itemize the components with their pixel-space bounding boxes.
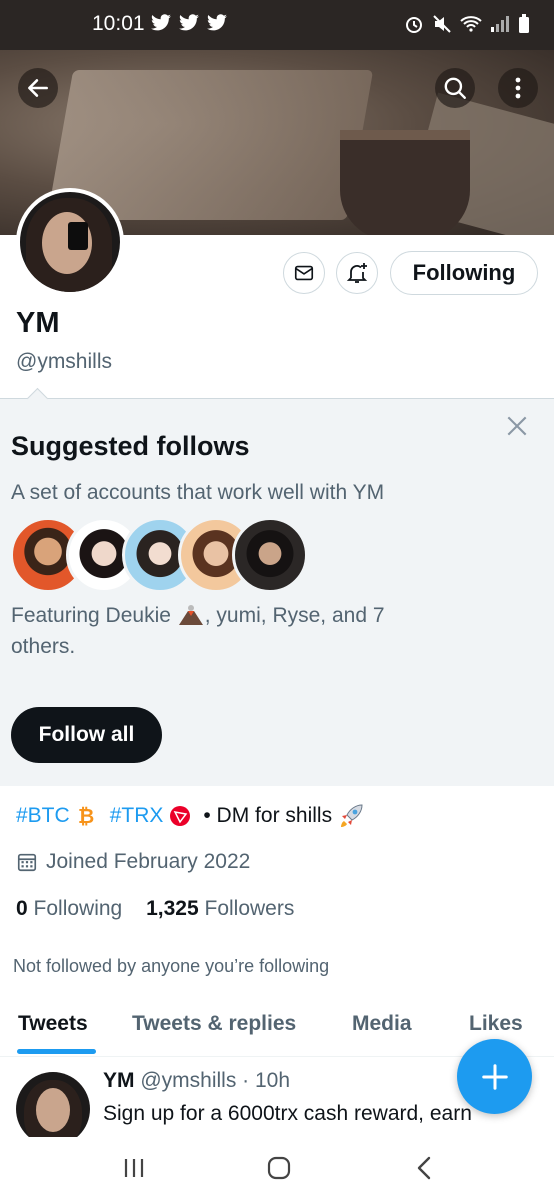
tweet-avatar-face (36, 1088, 70, 1132)
tweet-author-name[interactable]: YM (103, 1069, 135, 1092)
tab-tweets[interactable]: Tweets (18, 1012, 88, 1036)
suggested-featuring: Featuring Deukie , yumi, Ryse, and 7 oth… (11, 600, 451, 662)
volcano-emoji-icon (178, 605, 203, 625)
notifications-button[interactable] (336, 252, 378, 294)
featuring-prefix: Featuring Deukie (11, 604, 171, 627)
nav-recents-icon[interactable] (122, 1157, 146, 1179)
status-system-icons (404, 14, 530, 34)
system-navigation-bar (0, 1137, 554, 1200)
suggested-avatars[interactable] (10, 517, 310, 593)
tron-icon (170, 806, 191, 826)
suggested-avatar (232, 517, 308, 593)
mute-icon (433, 15, 451, 33)
tab-likes[interactable]: Likes (469, 1012, 523, 1036)
twitter-bird-icon (179, 14, 199, 31)
bell-plus-icon (346, 263, 368, 283)
not-followed-note: Not followed by anyone you’re following (13, 956, 330, 976)
status-time: 10:01 (92, 12, 145, 35)
hashtag-link[interactable]: #TRX (110, 804, 164, 828)
calendar-icon (17, 853, 37, 872)
rocket-icon (341, 804, 363, 827)
more-options-button[interactable] (498, 68, 538, 108)
svg-text:₿: ₿ (78, 805, 94, 827)
twitter-bird-icon (151, 14, 171, 31)
search-button[interactable] (435, 68, 475, 108)
banner-cup-shape (340, 130, 470, 235)
battery-icon (519, 14, 529, 33)
follow-all-button[interactable]: Follow all (11, 707, 162, 763)
twitter-notification-icons (150, 14, 228, 32)
active-tab-indicator (17, 1049, 96, 1054)
signal-icon (491, 16, 509, 32)
follow-counts: 0 Following 1,325 Followers (16, 897, 294, 921)
tweet-avatar[interactable] (16, 1072, 90, 1146)
profile-avatar[interactable] (16, 188, 124, 296)
plus-icon (481, 1063, 508, 1090)
tab-media[interactable]: Media (352, 1012, 412, 1036)
joined-date: Joined February 2022 (16, 850, 250, 874)
bio-text: • DM for shills (203, 804, 333, 827)
nav-home-icon[interactable] (266, 1155, 292, 1181)
twitter-bird-icon (207, 14, 227, 31)
back-button[interactable] (18, 68, 58, 108)
followers-label: Followers (204, 897, 295, 920)
profile-handle: @ymshills (16, 350, 112, 373)
search-icon (444, 77, 466, 99)
tab-tweets-replies[interactable]: Tweets & replies (132, 1012, 296, 1036)
tweet-handle-time: @ymshills · 10h (140, 1069, 291, 1092)
profile-bio: #BTC ₿ #TRX • DM for shills (16, 803, 366, 829)
alarm-icon (406, 17, 422, 33)
avatar-phone-shape (68, 222, 88, 250)
tweet-header: YM @ymshills · 10h (103, 1069, 290, 1093)
compose-tweet-button[interactable] (457, 1039, 532, 1114)
card-caret (26, 387, 49, 410)
following-count: 0 (16, 897, 28, 920)
profile-name: YM (16, 307, 60, 339)
message-button[interactable] (283, 252, 325, 294)
followers-count: 1,325 (146, 897, 199, 920)
status-bar: 10:01 (0, 0, 554, 50)
joined-text: Joined February 2022 (46, 850, 251, 873)
close-icon[interactable] (504, 413, 530, 439)
wifi-icon (460, 16, 482, 32)
nav-back-icon[interactable] (414, 1156, 434, 1180)
followers-count-link[interactable]: 1,325 Followers (146, 897, 294, 920)
more-vertical-icon (515, 77, 521, 99)
following-label: Following (33, 897, 123, 920)
hashtag-link[interactable]: #BTC (16, 804, 70, 828)
bitcoin-icon: ₿ (78, 805, 94, 827)
suggested-subtitle: A set of accounts that work well with YM (11, 481, 385, 504)
following-count-link[interactable]: 0 Following (16, 897, 122, 920)
suggested-follows-card: Suggested follows A set of accounts that… (0, 387, 554, 786)
back-arrow-icon (28, 79, 48, 97)
following-button[interactable]: Following (390, 251, 538, 295)
suggested-title: Suggested follows (11, 431, 250, 461)
mail-icon (294, 265, 314, 281)
